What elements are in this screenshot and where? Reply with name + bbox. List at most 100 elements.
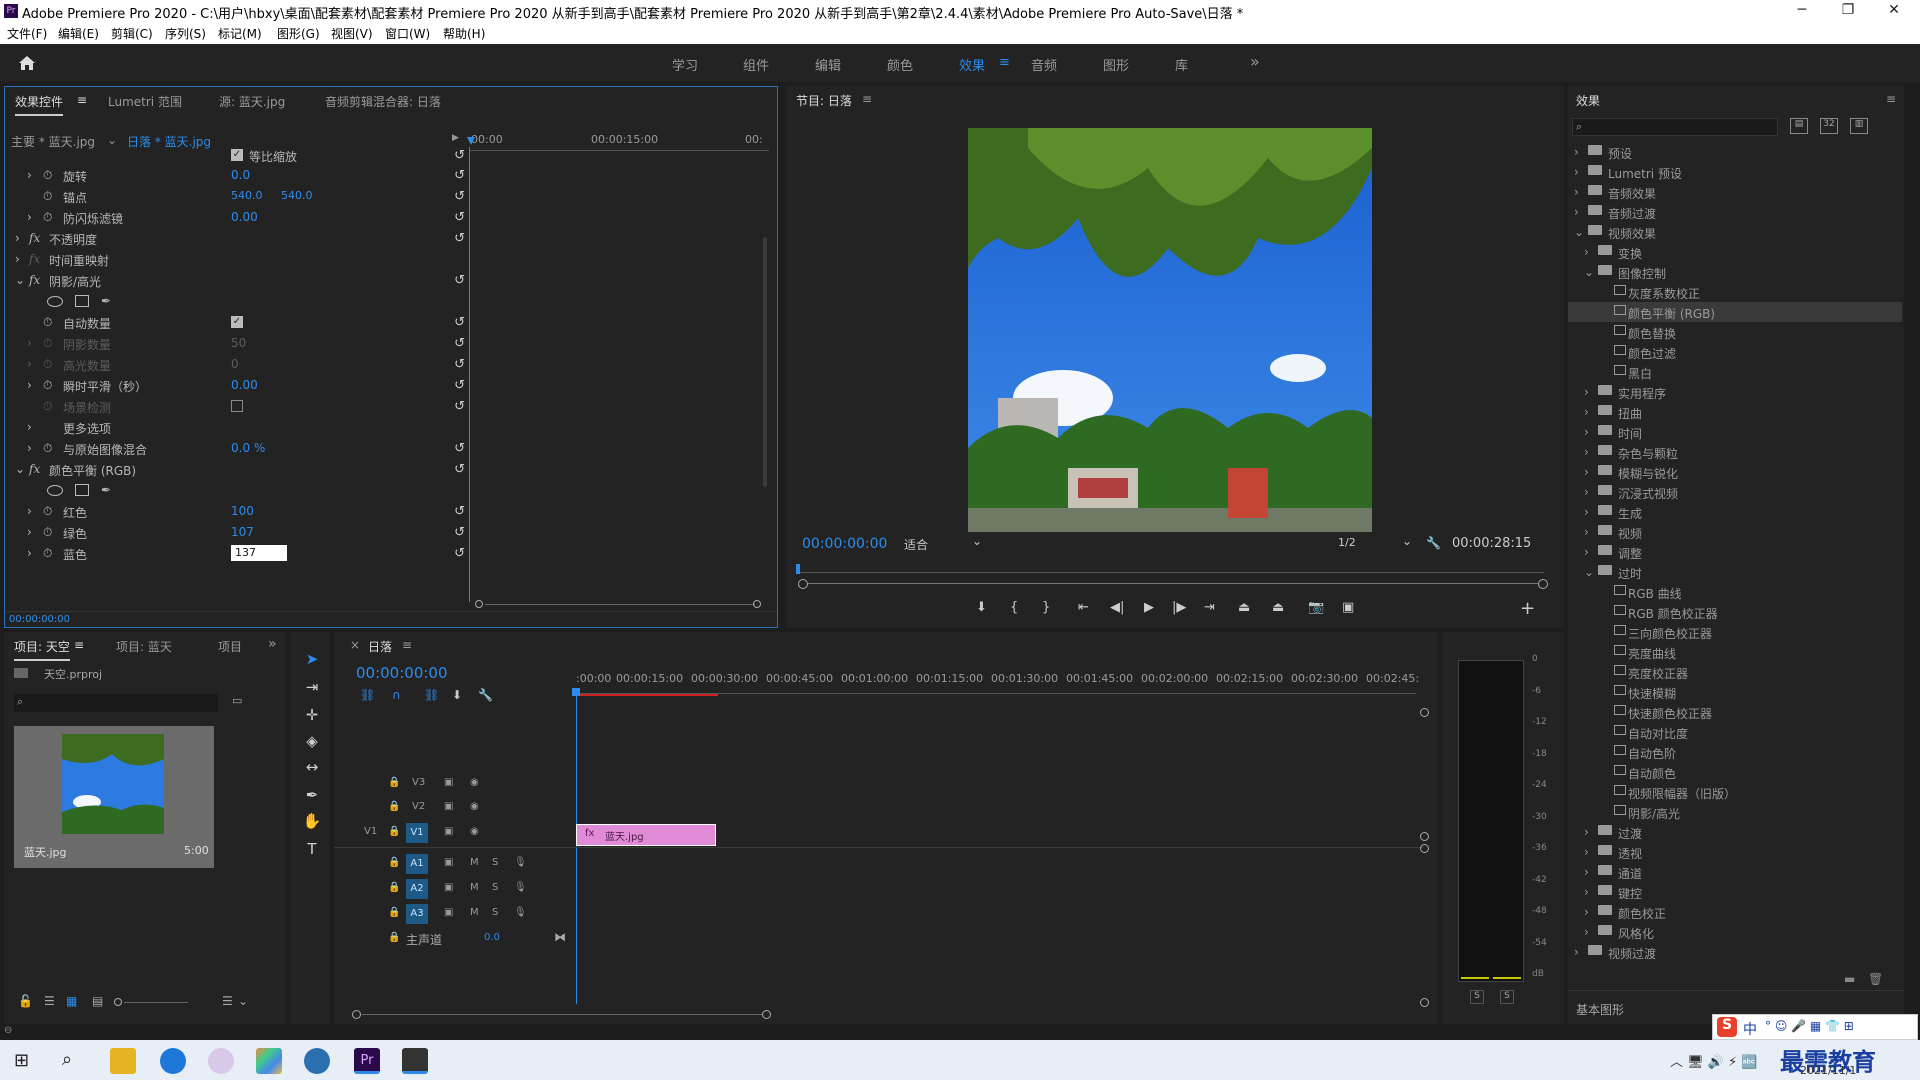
zoom-slider-track[interactable] [124,1002,188,1003]
menu-view[interactable]: 视图(V) [331,25,373,42]
search-icon[interactable]: ⌕ [62,1049,72,1070]
rotation-value[interactable]: 0.0 [231,168,250,182]
track-name[interactable]: V2 [412,801,425,812]
workspace-assembly[interactable]: 组件 [743,55,769,74]
timeline-ruler[interactable]: :00:00 00:00:15:00 00:00:30:00 00:00:45:… [576,672,1419,696]
maximize-button[interactable]: ❐ [1828,2,1868,18]
effects-tree-item[interactable]: › 透视 [1568,842,1902,862]
expand-arrow-icon[interactable]: › [1584,405,1589,419]
expand-arrow-icon[interactable]: › [1584,245,1589,259]
expand-arrow-icon[interactable]: › [27,168,32,182]
program-frame-image[interactable] [968,128,1372,532]
collapse-arrow-icon[interactable]: ⌄ [15,273,25,287]
expand-arrow-icon[interactable]: › [1574,945,1579,959]
effects-menu-icon[interactable]: ≡ [1886,92,1896,106]
track-select-tool-icon[interactable]: ⇥ [300,678,324,700]
stopwatch-icon[interactable]: ⏱ [43,378,52,393]
effects-tree-item[interactable]: 灰度系数校正 [1568,282,1902,302]
play-only-icon[interactable]: ▶ [452,133,459,143]
sync-lock-icon[interactable]: ▣ [444,857,453,868]
lock-icon[interactable]: 🔓 [18,994,33,1008]
expand-arrow-icon[interactable]: › [27,210,32,224]
track-target[interactable]: A1 [406,854,428,874]
master-volume-value[interactable]: 0.0 [484,932,500,943]
edge-browser-icon[interactable] [160,1048,186,1074]
expand-arrow-icon[interactable]: › [1584,865,1589,879]
fx-icon[interactable]: fx [29,462,40,476]
program-timecode[interactable]: 00:00:00:00 [802,536,887,552]
reset-icon[interactable]: ↺ [454,504,465,519]
snap-icon[interactable]: ∩ [392,688,401,702]
pen-mask-icon[interactable]: ✒ [101,483,111,497]
red-value[interactable]: 100 [231,504,254,518]
scene-detect-checkbox[interactable] [231,400,243,412]
zoom-handle[interactable] [352,1010,361,1019]
mic-icon[interactable]: 🎙 [514,882,527,893]
expand-arrow-icon[interactable]: › [1574,205,1579,219]
menu-edit[interactable]: 编辑(E) [58,25,99,42]
reset-icon[interactable]: ↺ [454,399,465,414]
program-zoom-handle[interactable] [1538,579,1548,589]
antiflicker-value[interactable]: 0.00 [231,210,258,224]
timeline-timecode[interactable]: 00:00:00:00 [356,664,448,682]
expand-arrow-icon[interactable]: › [1584,845,1589,859]
new-bin-icon[interactable]: ▭ [232,694,242,707]
effects-tree-item[interactable]: › 调整 [1568,542,1902,562]
reset-icon[interactable]: ↺ [454,336,465,351]
expand-arrow-icon[interactable]: › [27,546,32,560]
effects-title[interactable]: 效果 [1576,92,1600,109]
effects-tree-item[interactable]: 自动对比度 [1568,722,1902,742]
timeline-playhead-head-icon[interactable] [572,688,580,696]
eye-icon[interactable]: ◉ [470,801,479,812]
rectangle-mask-icon[interactable] [75,484,89,496]
effects-tree-item[interactable]: 颜色替换 [1568,322,1902,342]
reset-icon[interactable]: ↺ [454,462,465,477]
effects-tree-item[interactable]: 快速模糊 [1568,682,1902,702]
timeline-clip[interactable]: fx 蓝天.jpg [576,824,716,846]
photos-icon[interactable] [402,1048,428,1074]
timeline-vscroll[interactable] [1420,708,1429,1008]
ec-scrollbar[interactable] [763,237,767,487]
sort-icon[interactable]: ☰ [222,994,233,1008]
step-forward-icon[interactable]: |▶ [1172,600,1186,615]
ellipse-mask-icon[interactable] [47,485,63,496]
scroll-handle[interactable] [1420,844,1429,853]
add-marker-icon[interactable]: ⬇ [976,600,987,615]
razor-tool-icon[interactable]: ◈ [300,732,324,754]
track-target[interactable]: A2 [406,879,428,899]
quality-dropdown[interactable]: 1/2 [1338,536,1356,549]
go-to-out-icon[interactable]: ⇥ [1204,600,1215,615]
extract-icon[interactable]: ⏏ [1272,600,1284,615]
effects-tree-item[interactable]: › Lumetri 预设 [1568,162,1902,182]
fit-dropdown[interactable]: 适合 [904,536,928,553]
close-icon[interactable]: × [350,638,360,652]
tab-source[interactable]: 源: 蓝天.jpg [219,93,285,110]
ec-playhead-head-icon[interactable] [467,137,475,145]
opacity-row[interactable]: › fx 不透明度 ↺ [5,228,465,248]
effects-tree-item[interactable]: › 风格化 [1568,922,1902,942]
effects-tree-item[interactable]: 阴影/高光 [1568,802,1902,822]
mark-in-icon[interactable]: { [1010,600,1018,615]
mic-icon[interactable]: 🎙 [514,907,527,918]
program-zoom-bar[interactable] [808,583,1538,584]
expand-arrow-icon[interactable]: › [27,420,32,434]
solo-icon[interactable]: S [492,907,498,918]
solo-icon[interactable]: S [492,857,498,868]
sync-lock-icon[interactable]: ▣ [444,777,453,788]
zoom-handle[interactable] [762,1010,771,1019]
expand-arrow-icon[interactable]: › [15,231,20,245]
lock-icon[interactable]: 🔒 [388,826,400,837]
ime-tools-icon[interactable]: ° ☺ 🎤 ▦ 👕 ⊞ [1765,1019,1854,1033]
reset-icon[interactable]: ↺ [454,357,465,372]
effects-tree-item[interactable]: 颜色过滤 [1568,342,1902,362]
stopwatch-icon[interactable]: ⏱ [43,441,52,456]
stopwatch-icon[interactable]: ⏱ [43,315,52,330]
expand-arrow-icon[interactable]: › [27,504,32,518]
effects-tree-item[interactable]: › 键控 [1568,882,1902,902]
ellipse-mask-icon[interactable] [47,296,63,307]
go-to-next-icon[interactable]: ⧓ [554,930,566,944]
play-icon[interactable]: ▶ [1144,600,1154,615]
icon-view-icon[interactable]: ▦ [66,994,77,1008]
selection-tool-icon[interactable]: ➤ [300,650,324,672]
timeline-playhead[interactable] [576,694,577,1004]
